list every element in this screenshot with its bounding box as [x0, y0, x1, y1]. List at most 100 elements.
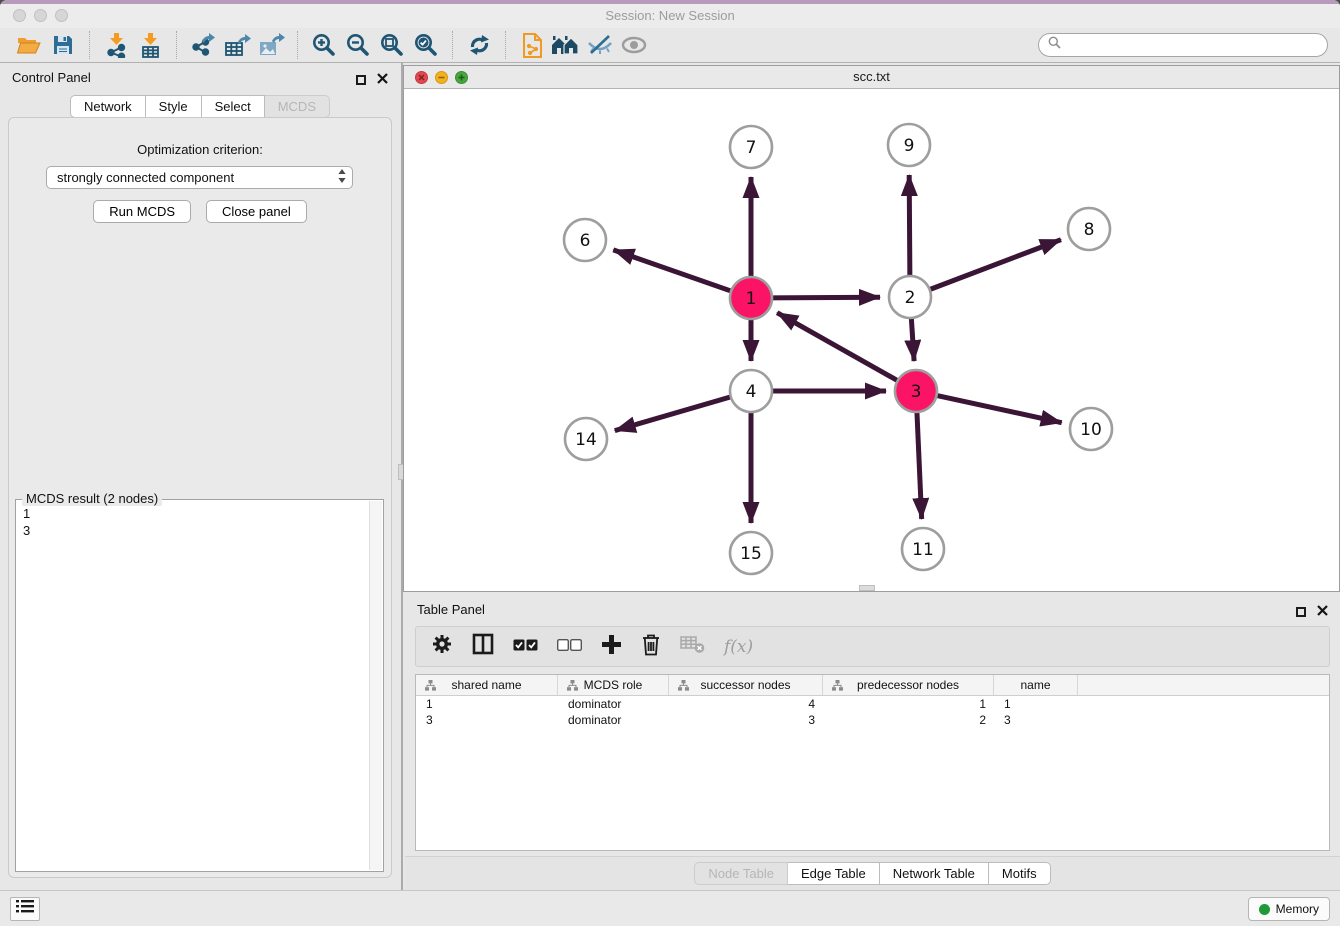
- cell-predecessor-nodes[interactable]: 2: [823, 712, 994, 728]
- network-document-icon[interactable]: [515, 30, 549, 60]
- edge-2-8[interactable]: [927, 240, 1061, 291]
- export-image-icon[interactable]: [254, 30, 288, 60]
- table-tab-motifs[interactable]: Motifs: [989, 862, 1051, 885]
- edge-3-11[interactable]: [917, 409, 922, 519]
- tab-network[interactable]: Network: [70, 95, 146, 118]
- delete-table-icon[interactable]: [680, 634, 705, 659]
- show-columns-icon[interactable]: [472, 633, 494, 660]
- edge-3-10[interactable]: [934, 395, 1062, 423]
- export-table-icon[interactable]: [220, 30, 254, 60]
- session-title: Session: New Session: [0, 4, 1340, 28]
- float-table-panel-icon[interactable]: [1296, 607, 1306, 617]
- canvas-scroll-handle[interactable]: [859, 585, 875, 591]
- select-all-columns-icon[interactable]: [513, 638, 538, 656]
- cell-mcds-role[interactable]: dominator: [558, 712, 669, 728]
- tab-mcds[interactable]: MCDS: [265, 95, 330, 118]
- add-column-icon[interactable]: [601, 634, 622, 660]
- hide-selected-eye-icon[interactable]: [583, 30, 617, 60]
- delete-column-icon[interactable]: [641, 633, 661, 661]
- network-zoom-button[interactable]: [455, 71, 468, 84]
- node-15[interactable]: 15: [730, 532, 772, 574]
- network-canvas[interactable]: 1 2 3 4 6 7 8 9 10 11 14 15: [404, 89, 1339, 591]
- cell-name[interactable]: 1: [994, 696, 1078, 712]
- close-panel-icon[interactable]: [377, 71, 388, 89]
- search-field[interactable]: [1038, 33, 1328, 57]
- cell-successor-nodes[interactable]: 4: [669, 696, 823, 712]
- open-session-icon[interactable]: [12, 30, 46, 60]
- node-4[interactable]: 4: [730, 370, 772, 412]
- node-label: 15: [740, 544, 762, 564]
- edge-2-9[interactable]: [909, 175, 910, 279]
- node-2[interactable]: 2: [889, 276, 931, 318]
- mcds-result-list[interactable]: 1 3: [18, 502, 367, 869]
- zoom-selected-icon[interactable]: [409, 30, 443, 60]
- table-row[interactable]: 3dominator323: [416, 712, 1329, 728]
- save-session-icon[interactable]: [46, 30, 80, 60]
- close-table-panel-icon[interactable]: [1317, 603, 1328, 621]
- cell-shared-name[interactable]: 1: [416, 696, 558, 712]
- node-8[interactable]: 8: [1068, 208, 1110, 250]
- run-mcds-button[interactable]: Run MCDS: [93, 200, 191, 223]
- tab-select[interactable]: Select: [202, 95, 265, 118]
- column-header-shared-name[interactable]: shared name: [416, 675, 558, 695]
- memory-button[interactable]: Memory: [1248, 897, 1330, 921]
- network-graph[interactable]: 1 2 3 4 6 7 8 9 10 11 14 15: [404, 89, 1339, 591]
- cell-successor-nodes[interactable]: 3: [669, 712, 823, 728]
- function-builder-icon[interactable]: f(x): [724, 637, 753, 657]
- table-tab-edge-table[interactable]: Edge Table: [788, 862, 880, 885]
- network-close-button[interactable]: [415, 71, 428, 84]
- tab-style[interactable]: Style: [146, 95, 202, 118]
- edge-4-14[interactable]: [615, 396, 734, 431]
- zoom-out-icon[interactable]: [341, 30, 375, 60]
- edge-1-2[interactable]: [769, 297, 880, 298]
- import-network-icon[interactable]: [99, 30, 133, 60]
- table-tab-network-table[interactable]: Network Table: [880, 862, 989, 885]
- node-10[interactable]: 10: [1070, 408, 1112, 450]
- edge-3-1[interactable]: [777, 313, 900, 382]
- task-history-button[interactable]: [10, 897, 40, 921]
- result-scrollbar[interactable]: [369, 501, 382, 870]
- close-window-button[interactable]: [13, 9, 26, 22]
- column-label: predecessor nodes: [857, 678, 959, 692]
- network-minimize-button[interactable]: [435, 71, 448, 84]
- cell-predecessor-nodes[interactable]: 1: [823, 696, 994, 712]
- node-7[interactable]: 7: [730, 126, 772, 168]
- node-label: 10: [1080, 420, 1102, 440]
- minimize-window-button[interactable]: [34, 9, 47, 22]
- node-11[interactable]: 11: [902, 528, 944, 570]
- first-neighbors-icon[interactable]: [549, 30, 583, 60]
- search-input[interactable]: [1066, 37, 1318, 54]
- criterion-dropdown[interactable]: strongly connected component: [46, 166, 353, 189]
- export-network-icon[interactable]: [186, 30, 220, 60]
- float-panel-icon[interactable]: [356, 75, 366, 85]
- close-panel-button[interactable]: Close panel: [206, 200, 307, 223]
- node-6[interactable]: 6: [564, 219, 606, 261]
- node-label: 2: [905, 288, 916, 308]
- apply-layout-icon[interactable]: [462, 30, 496, 60]
- table-tab-node-table[interactable]: Node Table: [694, 862, 788, 885]
- column-header-name[interactable]: name: [994, 675, 1078, 695]
- table-row[interactable]: 1dominator411: [416, 696, 1329, 712]
- column-header-predecessor-nodes[interactable]: predecessor nodes: [823, 675, 994, 695]
- column-settings-gear-icon[interactable]: [431, 633, 453, 660]
- zoom-fit-icon[interactable]: [375, 30, 409, 60]
- edge-2-3[interactable]: [911, 315, 914, 361]
- criterion-value: strongly connected component: [57, 170, 234, 185]
- column-header-successor-nodes[interactable]: successor nodes: [669, 675, 823, 695]
- zoom-in-icon[interactable]: [307, 30, 341, 60]
- show-all-eye-icon[interactable]: [617, 30, 651, 60]
- node-3[interactable]: 3: [895, 370, 937, 412]
- cell-name[interactable]: 3: [994, 712, 1078, 728]
- unselect-all-columns-icon[interactable]: [557, 638, 582, 656]
- node-9[interactable]: 9: [888, 124, 930, 166]
- toolbar-separator: [176, 31, 177, 59]
- node-1[interactable]: 1: [730, 277, 772, 319]
- node-14[interactable]: 14: [565, 418, 607, 460]
- network-file-title: scc.txt: [404, 66, 1339, 88]
- import-table-icon[interactable]: [133, 30, 167, 60]
- cell-shared-name[interactable]: 3: [416, 712, 558, 728]
- zoom-window-button[interactable]: [55, 9, 68, 22]
- column-header-mcds-role[interactable]: MCDS role: [558, 675, 669, 695]
- cell-mcds-role[interactable]: dominator: [558, 696, 669, 712]
- edge-1-6[interactable]: [613, 250, 734, 292]
